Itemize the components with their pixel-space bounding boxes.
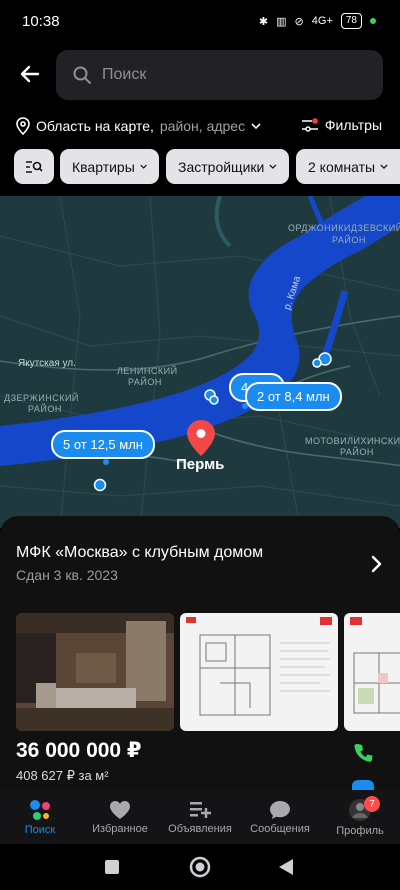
map-city-name: Пермь: [176, 456, 225, 473]
map-bubble-label: 5 от 12,5 млн: [63, 437, 143, 452]
location-row: Область на карте, район, адрес Фильтры: [0, 108, 400, 146]
floor-plan-image: [180, 613, 338, 731]
mute-icon: ⊘: [294, 15, 304, 28]
map-bubble-2-from-8-4[interactable]: 2 от 8,4 млн: [245, 382, 342, 411]
filter-chips: Квартиры Застройщики 2 комнаты: [0, 146, 400, 196]
map-bubble-label: 2 от 8,4 млн: [257, 389, 330, 404]
search-dots-icon: [30, 799, 50, 820]
battery-icon: 78: [340, 13, 362, 29]
back-nav-icon[interactable]: [278, 858, 294, 876]
map-markers: [93, 352, 332, 492]
heart-icon: [110, 800, 130, 819]
filters-icon: [301, 118, 318, 132]
chip-apartments[interactable]: Квартиры: [60, 149, 159, 184]
search-icon: [73, 66, 91, 84]
chip-rooms-label: 2 комнаты: [308, 158, 376, 175]
nav-messages-label: Сообщения: [250, 822, 310, 835]
filters-label: Фильтры: [324, 117, 382, 133]
chevron-down-icon: [251, 123, 261, 130]
profile-badge: 7: [364, 796, 380, 812]
chevron-down-icon: [140, 164, 147, 169]
chip-apartments-label: Квартиры: [72, 158, 135, 175]
filters-button[interactable]: Фильтры: [301, 117, 382, 133]
status-icons: ✱ ▥ ⊘ 4G+ 78: [259, 13, 376, 29]
nav-messages[interactable]: Сообщения: [240, 790, 320, 844]
chevron-down-icon: [269, 164, 277, 169]
map-pin-icon: [187, 420, 215, 456]
chevron-down-icon: [380, 164, 388, 169]
nav-profile[interactable]: 7 Профиль: [320, 790, 400, 844]
home-icon[interactable]: [189, 856, 211, 878]
recent-apps-icon[interactable]: [104, 859, 120, 875]
status-time: 10:38: [22, 13, 60, 30]
chip-developers[interactable]: Застройщики: [166, 149, 289, 184]
chevron-right-icon[interactable]: [370, 554, 384, 574]
nav-favorites-label: Избранное: [92, 822, 148, 835]
complex-status: Сдан 3 кв. 2023: [16, 567, 118, 583]
phone-icon[interactable]: [354, 742, 374, 764]
floor-plan-image: [344, 613, 400, 731]
photo-floor-plan-2[interactable]: [344, 613, 400, 731]
photo-carousel[interactable]: [16, 613, 400, 731]
location-selector[interactable]: Область на карте, район, адрес: [16, 117, 261, 135]
complex-title: МФК «Москва» с клубным домом: [16, 544, 264, 561]
nav-favorites[interactable]: Избранное: [80, 790, 160, 844]
back-button[interactable]: [14, 58, 46, 90]
network-label: 4G+: [311, 15, 333, 27]
status-dot: [370, 18, 376, 24]
map-view[interactable]: ОРДЖОНИКИДЗЕВСКИЙ РАЙОН р. Кама Якутская…: [0, 196, 400, 528]
nav-listings-label: Объявления: [168, 822, 232, 835]
search-input[interactable]: Поиск: [56, 50, 383, 100]
price-per-meter: 408 627 ₽ за м²: [16, 768, 109, 783]
location-pin-icon: [16, 117, 30, 135]
vibrate-icon: ▥: [276, 15, 287, 28]
chat-bubble-icon: [270, 800, 290, 819]
nav-profile-label: Профиль: [336, 824, 384, 837]
photo-floor-plan-1[interactable]: [180, 613, 338, 731]
map-bubble-5-from-12-5[interactable]: 5 от 12,5 млн: [51, 430, 155, 459]
bottom-nav: Поиск Избранное Объявления Сообщения 7 П…: [0, 790, 400, 844]
location-secondary: район, адрес: [159, 118, 246, 134]
arrow-left-icon: [20, 65, 40, 83]
top-bar: Поиск: [0, 42, 400, 108]
nav-listings[interactable]: Объявления: [160, 790, 240, 844]
bluetooth-icon: ✱: [258, 15, 269, 28]
nav-search-label: Поиск: [24, 823, 56, 836]
chip-developers-label: Застройщики: [178, 158, 265, 175]
interior-photo-image: [16, 613, 174, 731]
location-primary: Область на карте,: [36, 118, 154, 134]
complex-price: 36 000 000 ₽: [16, 739, 142, 762]
complex-card[interactable]: МФК «Москва» с клубным домом Сдан 3 кв. …: [0, 516, 400, 796]
system-nav-bar: [0, 844, 400, 890]
chip-rooms[interactable]: 2 комнаты: [296, 149, 400, 184]
search-placeholder: Поиск: [102, 66, 147, 83]
status-bar: 10:38 ✱ ▥ ⊘ 4G+ 78: [0, 0, 400, 42]
nav-search[interactable]: Поиск: [0, 790, 80, 844]
add-list-icon: [190, 801, 211, 818]
list-view-button[interactable]: [14, 149, 54, 184]
list-search-icon: [26, 160, 43, 173]
photo-interior[interactable]: [16, 613, 174, 731]
